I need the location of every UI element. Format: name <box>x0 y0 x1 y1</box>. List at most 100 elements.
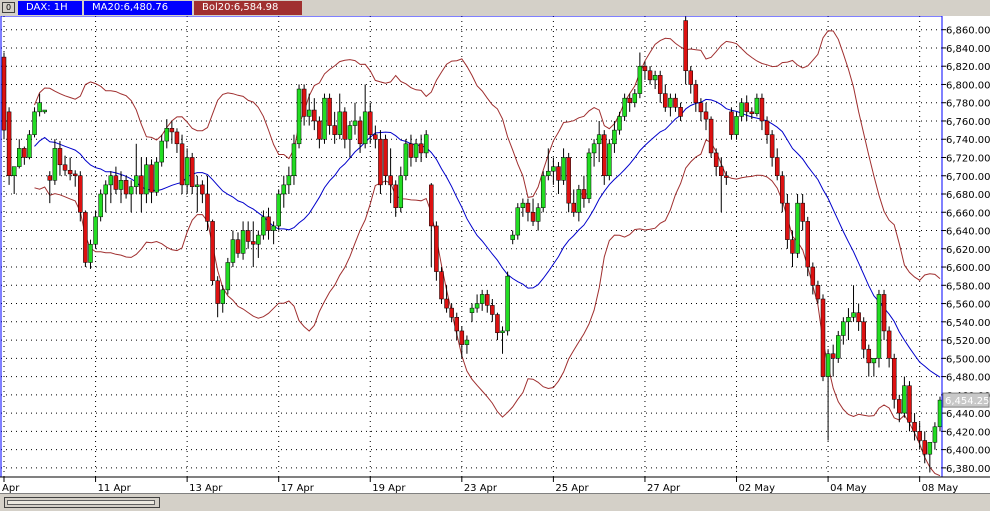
candle-body <box>78 175 83 213</box>
candle-body <box>67 170 73 175</box>
chart-header-bar: 0 DAX: 1H MA20:6,480.76 Bol20:6,584.98 <box>0 0 990 17</box>
y-tick-label: 6,640.00 <box>946 227 990 238</box>
chart-footer <box>0 493 990 511</box>
candle <box>937 396 943 432</box>
candle-body <box>754 97 760 114</box>
candle-body <box>479 294 485 304</box>
symbol-label[interactable]: DAX: 1H <box>18 1 82 15</box>
candle-body <box>245 230 251 242</box>
candle-body <box>37 102 42 113</box>
candle-body <box>347 125 353 140</box>
candle-body <box>469 307 475 313</box>
candle-body <box>576 189 582 213</box>
candle-body <box>602 134 607 177</box>
candle-body <box>362 111 368 145</box>
y-tick-label: 6,780.00 <box>946 99 990 110</box>
candle-body <box>932 426 938 443</box>
candle-body <box>205 193 210 222</box>
window-menu-button[interactable]: 0 <box>2 2 15 13</box>
y-tick-label: 6,620.00 <box>946 245 990 256</box>
candle-body <box>566 157 571 204</box>
bollinger20-indicator-label[interactable]: Bol20:6,584.98 <box>194 1 302 15</box>
x-tick-label: 02 May <box>739 483 776 493</box>
candle-body <box>866 348 872 364</box>
candle-body <box>891 358 897 400</box>
candle-body <box>327 97 332 126</box>
candle-body <box>17 148 22 167</box>
candle-body <box>556 166 561 181</box>
y-tick-label: 6,560.00 <box>946 300 990 311</box>
candle-body <box>810 266 816 286</box>
candle-body <box>393 184 398 208</box>
x-tick-label: 11 Apr <box>98 483 132 493</box>
candle-body <box>774 157 780 177</box>
y-tick-label: 6,840.00 <box>946 44 990 55</box>
candle <box>179 134 185 195</box>
y-tick-label: 6,860.00 <box>946 26 990 37</box>
candle-body <box>561 157 566 181</box>
candle-body <box>510 234 515 240</box>
candle-body <box>408 143 414 158</box>
candle-body <box>210 221 215 281</box>
candle-body <box>703 111 709 120</box>
x-tick-label: 25 Apr <box>555 483 589 493</box>
candle-body <box>841 321 846 336</box>
candle <box>795 194 800 258</box>
x-tick-label: 17 Apr <box>281 483 315 493</box>
candle <box>27 130 32 160</box>
candle-body <box>378 138 383 186</box>
candle-body <box>856 312 861 323</box>
scrollbar-thumb[interactable] <box>7 500 155 505</box>
y-tick-label: 6,600.00 <box>946 263 990 274</box>
candle-body <box>861 321 866 350</box>
candle-body <box>673 97 678 108</box>
candle-body <box>698 102 704 113</box>
candle-body <box>261 216 266 236</box>
candle-body <box>144 164 149 195</box>
candle-body <box>922 440 927 455</box>
candlestick-chart[interactable]: 6,380.006,400.006,420.006,440.006,460.00… <box>0 16 990 493</box>
candle-body <box>581 189 587 199</box>
candle-body <box>551 166 556 172</box>
candle-body <box>607 143 612 177</box>
candle-body <box>200 184 205 195</box>
candle <box>296 84 302 149</box>
candle-body <box>423 134 429 154</box>
candle-body <box>546 170 551 177</box>
candle-body <box>657 75 663 94</box>
candle-body <box>98 193 103 218</box>
candle-body <box>317 120 322 140</box>
y-tick-label: 6,400.00 <box>946 446 990 457</box>
candle <box>83 210 88 268</box>
horizontal-scrollbar[interactable] <box>4 497 160 508</box>
candle-body <box>83 212 88 263</box>
candle-body <box>123 180 129 195</box>
candle-body <box>281 184 287 195</box>
candle <box>434 221 439 281</box>
last-price-marker: 6,454.25 <box>942 392 990 408</box>
x-tick-label: 23 Apr <box>464 483 498 493</box>
candle-body <box>306 109 312 117</box>
candle <box>540 171 546 213</box>
candle-body <box>530 212 536 222</box>
candle-body <box>902 385 907 414</box>
candle-body <box>118 180 124 190</box>
candle-body <box>57 148 63 166</box>
candle <box>876 289 882 368</box>
candle-body <box>734 116 739 135</box>
y-tick-label: 6,740.00 <box>946 135 990 146</box>
candle-body <box>251 241 256 245</box>
candle-body <box>647 70 653 81</box>
candle-body <box>72 173 78 177</box>
candle-body <box>169 128 175 133</box>
candle <box>439 267 444 304</box>
candle-body <box>1 56 7 131</box>
candle-body <box>927 442 933 455</box>
candle-body <box>474 303 480 309</box>
ma20-indicator-label[interactable]: MA20:6,480.76 <box>84 1 192 15</box>
candle <box>607 139 612 181</box>
candle <box>32 107 37 138</box>
candle <box>820 294 826 382</box>
candle-body <box>886 330 892 359</box>
x-tick-label: 27 Apr <box>647 483 681 493</box>
